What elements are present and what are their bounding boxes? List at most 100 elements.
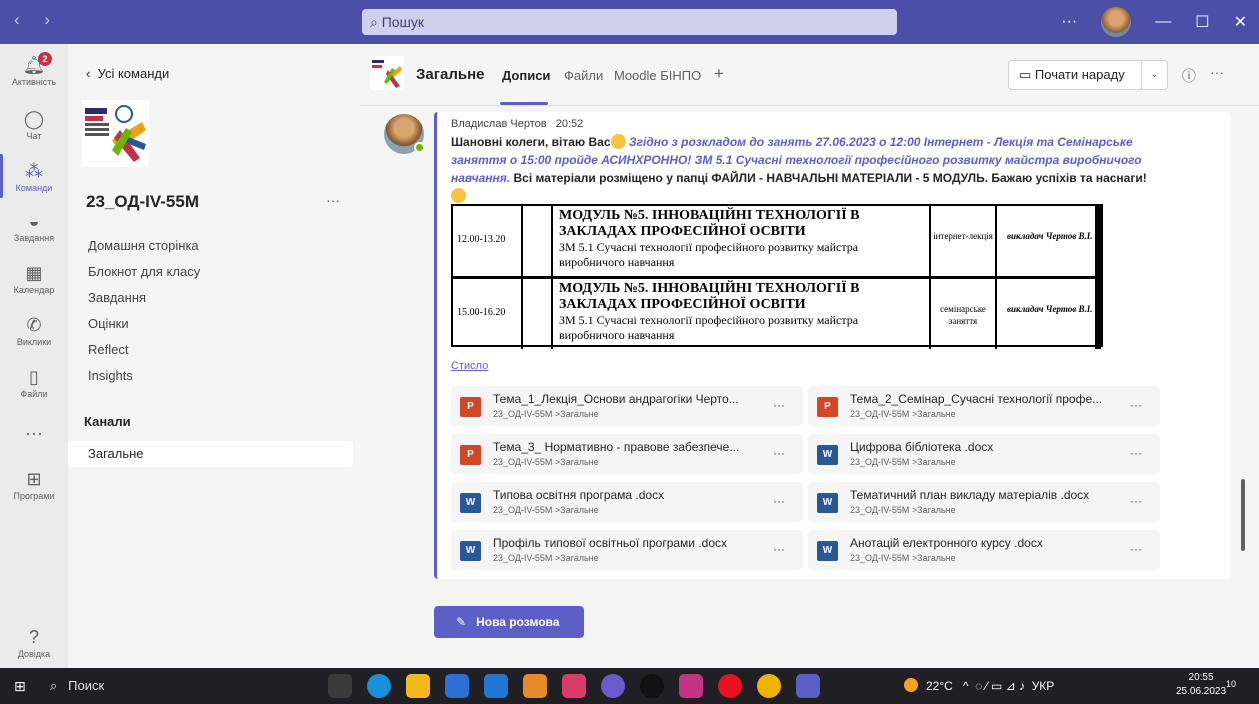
message-author[interactable]: Владислав Чертов	[451, 118, 547, 130]
instagram-icon[interactable]	[679, 674, 703, 698]
taskbar-search[interactable]: ⌕ Поиск	[50, 678, 104, 694]
chevron-up-icon[interactable]: ^	[963, 679, 969, 693]
rail-calendar[interactable]: ▦ Календар	[0, 262, 68, 295]
viber-icon[interactable]	[601, 674, 625, 698]
rail-assignments[interactable]: ◒ Завдання	[0, 210, 68, 243]
compose-icon: ✎	[456, 615, 467, 629]
apps-icon: ⊞	[26, 469, 42, 489]
message-body: Шановні колеги, вітаю Вас Згідно з розкл…	[451, 133, 1161, 205]
team-link-reflect[interactable]: Reflect	[88, 342, 128, 357]
file-more-button[interactable]: ···	[1130, 446, 1142, 460]
team-more-button[interactable]: ···	[326, 192, 340, 208]
edge-icon[interactable]	[367, 674, 391, 698]
file-more-button[interactable]: ···	[773, 446, 785, 460]
video-camera-icon: ▭	[1019, 67, 1032, 82]
tab-moodle[interactable]: Moodle БІНПО	[614, 68, 701, 83]
nav-arrows[interactable]: ‹ ›	[14, 10, 60, 30]
file-more-button[interactable]: ···	[1130, 494, 1142, 508]
maximize-button[interactable]: ☐	[1195, 12, 1209, 32]
channel-header: Загальне Дописи Файли Moodle БІНПО + ▭ П…	[360, 44, 1259, 106]
bell-icon: 🔔︎	[22, 55, 46, 75]
file-attachment[interactable]: W Тематичний план викладу матеріалів .do…	[808, 482, 1160, 522]
schedule-row: 15.00-16.20 МОДУЛЬ №5. ІННОВАЦІЙНІ ТЕХНО…	[453, 276, 1101, 349]
word-icon: W	[817, 541, 838, 561]
search-icon: ⌕	[50, 678, 58, 693]
powerpoint-icon: P	[460, 445, 481, 465]
close-button[interactable]: ✕	[1234, 12, 1247, 32]
rail-help[interactable]: ? Довідка	[0, 626, 68, 659]
rail-chat[interactable]: ◯ Чат	[0, 108, 68, 141]
channel-more-button[interactable]: ···	[1210, 64, 1224, 80]
file-attachment[interactable]: W Анотацій електронного курсу .docx 23_О…	[808, 530, 1160, 570]
rail-teams[interactable]: ⁂ Команди	[0, 160, 68, 193]
file-more-button[interactable]: ···	[1130, 542, 1142, 556]
store-icon[interactable]	[445, 674, 469, 698]
team-link-insights[interactable]: Insights	[88, 368, 133, 383]
channel-general[interactable]: Загальне	[68, 441, 353, 467]
file-more-button[interactable]: ···	[773, 542, 785, 556]
chrome-icon[interactable]	[757, 674, 781, 698]
tab-posts[interactable]: Дописи	[502, 68, 550, 83]
file-more-button[interactable]: ···	[773, 398, 785, 412]
app-rail: 🔔︎ 2 Активність ◯ Чат ⁂ Команди ◒ Завдан…	[0, 44, 68, 668]
schedule-row: 12.00-13.20 МОДУЛЬ №5. ІННОВАЦІЙНІ ТЕХНО…	[453, 206, 1101, 276]
weather-icon[interactable]	[904, 678, 918, 692]
rail-files[interactable]: ▯ Файли	[0, 366, 68, 399]
meeting-dropdown[interactable]: ⌄	[1142, 60, 1168, 90]
search-icon: ⌕	[370, 14, 378, 30]
emoji-icon	[451, 188, 466, 203]
profile-avatar[interactable]	[1101, 7, 1132, 37]
info-icon[interactable]: ⓘ	[1182, 66, 1196, 86]
rail-more[interactable]: ···	[0, 422, 68, 444]
tray-icons[interactable]: ◌ ⁄ ▭ ⊿ ♪	[975, 679, 1025, 693]
search-input[interactable]: ⌕ Пошук	[362, 9, 897, 35]
taskbar-apps	[328, 674, 835, 698]
chat-icon: ◯	[23, 109, 45, 129]
teams-icon: ⁂	[25, 161, 43, 181]
team-link-assignments[interactable]: Завдання	[88, 290, 146, 305]
scrollbar[interactable]	[1241, 479, 1245, 551]
file-attachment[interactable]: W Профіль типової освітньої програми .do…	[451, 530, 803, 570]
more-options-button[interactable]: ···	[1061, 13, 1077, 31]
rail-activity[interactable]: 🔔︎ 2 Активність	[0, 52, 68, 87]
message-card: Владислав Чертов 20:52 Шановні колеги, в…	[434, 112, 1231, 579]
new-conversation-button[interactable]: ✎ Нова розмова	[434, 606, 584, 638]
file-attachment[interactable]: P Тема_2_Семінар_Сучасні технології проф…	[808, 386, 1160, 426]
language-indicator[interactable]: УКР	[1032, 679, 1055, 693]
temperature[interactable]: 22°C	[926, 679, 953, 693]
tab-files[interactable]: Файли	[564, 68, 603, 83]
mail-icon[interactable]	[484, 674, 508, 698]
file-attachment[interactable]: W Типова освітня програма .docx 23_ОД-IV…	[451, 482, 803, 522]
opera-icon[interactable]	[718, 674, 742, 698]
file-more-button[interactable]: ···	[773, 494, 785, 508]
teams-app-icon[interactable]	[796, 674, 820, 698]
rail-calls[interactable]: ✆ Виклики	[0, 314, 68, 347]
team-link-notebook[interactable]: Блокнот для класу	[88, 264, 200, 279]
channel-title: Загальне	[416, 66, 485, 83]
taskbar-clock[interactable]: 20:55 25.06.2023	[1176, 671, 1226, 699]
paint-app-icon[interactable]	[562, 674, 586, 698]
file-attachment[interactable]: W Цифрова бібліотека .docx 23_ОД-IV-55М …	[808, 434, 1160, 474]
notification-center-icon[interactable]: 10	[1226, 676, 1246, 696]
minimize-button[interactable]: —	[1155, 13, 1171, 31]
file-more-button[interactable]: ···	[1130, 398, 1142, 412]
team-link-home[interactable]: Домашня сторінка	[88, 238, 199, 253]
all-teams-link[interactable]: ‹ Усі команди	[86, 66, 169, 81]
file-attachment[interactable]: P Тема_1_Лекція_Основи андрагогіки Черто…	[451, 386, 803, 426]
powerpoint-icon: P	[460, 397, 481, 417]
calendar-icon: ▦	[25, 263, 43, 283]
file-attachment[interactable]: P Тема_3_ Нормативно - правове забезпече…	[451, 434, 803, 474]
collapse-link[interactable]: Стисло	[451, 360, 488, 372]
presence-indicator	[414, 142, 425, 153]
windows-start-icon[interactable]: ⊞	[14, 678, 26, 695]
photo-app-icon[interactable]	[523, 674, 547, 698]
tiktok-icon[interactable]	[640, 674, 664, 698]
team-link-grades[interactable]: Оцінки	[88, 316, 129, 331]
start-meeting-button[interactable]: ▭ Почати нараду	[1008, 60, 1142, 90]
file-explorer-icon[interactable]	[406, 674, 430, 698]
channel-view: Загальне Дописи Файли Moodle БІНПО + ▭ П…	[360, 44, 1259, 668]
add-tab-button[interactable]: +	[714, 64, 724, 84]
rail-apps[interactable]: ⊞ Програми	[0, 468, 68, 501]
task-view-icon[interactable]	[328, 674, 352, 698]
message-meta: Владислав Чертов 20:52	[451, 118, 583, 130]
